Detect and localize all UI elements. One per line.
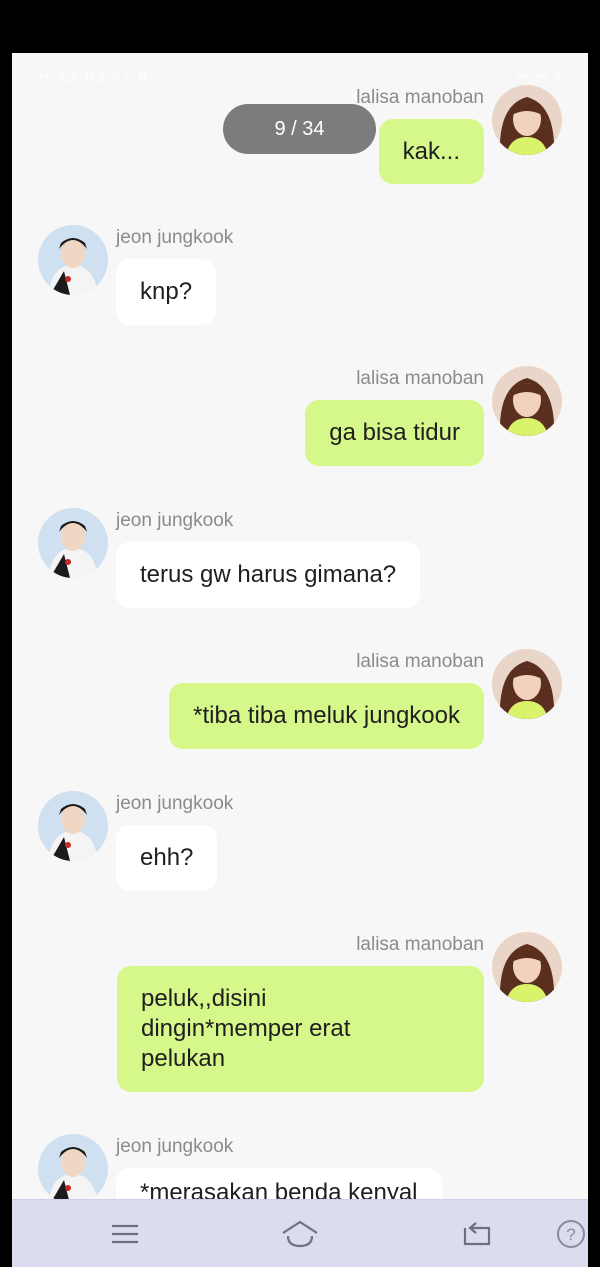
sender-name: lalisa manoban [356,934,484,955]
phone-screen: lalisa manoban kak... jeon jungkook knp? [12,53,588,1267]
sender-name: lalisa manoban [356,368,484,389]
page-indicator: 9 / 34 [223,104,376,154]
message-bubble[interactable]: *tiba tiba meluk jungkook [169,683,484,749]
avatar-lalisa[interactable] [492,649,562,719]
message-bubble[interactable]: kak... [378,119,484,184]
message-incoming: jeon jungkook knp? [12,225,588,345]
home-icon[interactable] [280,1214,320,1254]
message-outgoing: lalisa manoban peluk,,disini dingin*memp… [12,932,588,1102]
message-bubble[interactable]: terus gw harus gimana? [116,542,421,608]
sender-name: jeon jungkook [116,1136,234,1157]
sender-name: jeon jungkook [116,510,234,531]
avatar-jungkook[interactable] [38,791,108,861]
avatar-lalisa[interactable] [492,932,562,1002]
navigation-bar: ? [12,1199,588,1267]
message-incoming: jeon jungkook ehh? [12,791,588,911]
sender-name: jeon jungkook [116,227,234,248]
status-bar: •• 12:03 • • ■ •• •• • [12,53,588,101]
sender-name: lalisa manoban [356,651,484,672]
message-bubble[interactable]: ga bisa tidur [305,400,484,466]
message-bubble[interactable]: knp? [116,259,217,325]
chat-area[interactable]: lalisa manoban kak... jeon jungkook knp? [12,53,588,1199]
svg-text:?: ? [566,1225,575,1244]
status-bar-right: •• •• • [515,67,562,86]
message-incoming: jeon jungkook *merasakan benda kenyal [12,1134,588,1199]
status-bar-left: •• 12:03 • • ■ [38,67,149,86]
message-bubble[interactable]: *merasakan benda kenyal [116,1168,442,1199]
avatar-lalisa[interactable] [492,366,562,436]
help-icon[interactable]: ? [551,1214,588,1254]
avatar-jungkook[interactable] [38,508,108,578]
avatar-jungkook[interactable] [38,1134,108,1199]
message-outgoing: lalisa manoban ga bisa tidur [12,366,588,496]
hamburger-menu-icon[interactable] [105,1214,145,1254]
message-bubble[interactable]: peluk,,disini dingin*memper erat pelukan [117,966,484,1092]
avatar-jungkook[interactable] [38,225,108,295]
message-outgoing: lalisa manoban *tiba tiba meluk jungkook [12,649,588,779]
back-icon[interactable] [456,1214,496,1254]
message-incoming: jeon jungkook terus gw harus gimana? [12,508,588,628]
sender-name: jeon jungkook [116,793,234,814]
message-bubble[interactable]: ehh? [116,825,218,891]
